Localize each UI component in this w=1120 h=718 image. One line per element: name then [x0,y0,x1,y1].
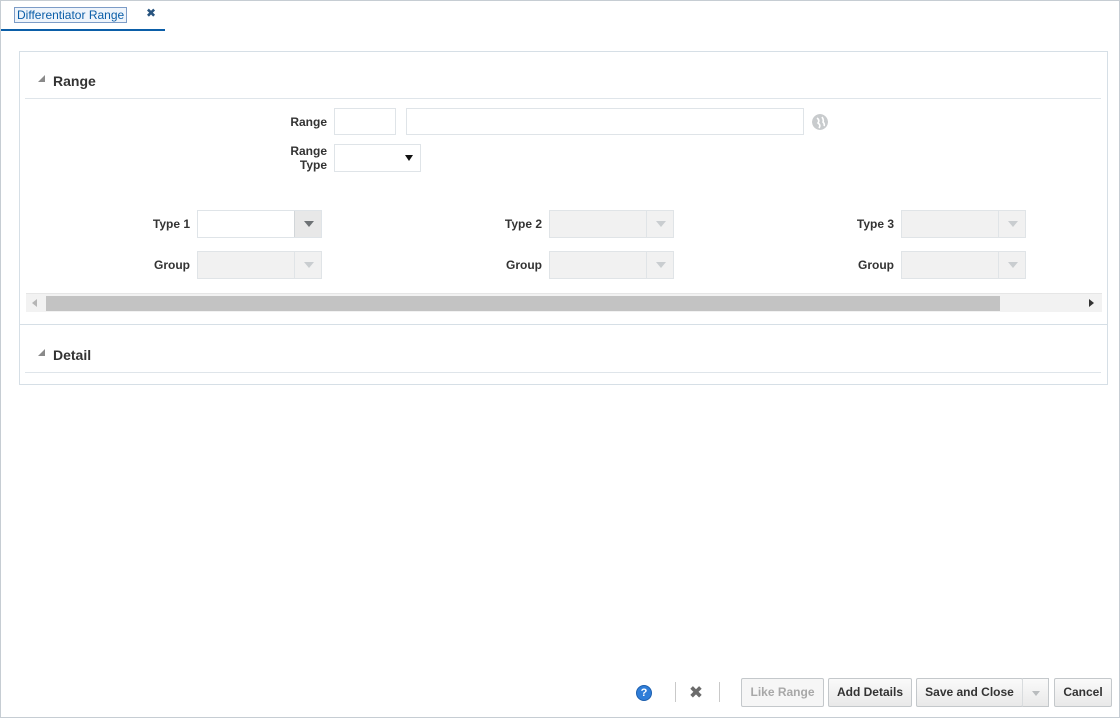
group-1-dropdown-button[interactable] [294,252,321,278]
group-1-combobox[interactable] [197,251,322,279]
group-1-label: Group [154,258,190,272]
range-code-input[interactable] [334,108,396,135]
save-and-close-button[interactable]: Save and Close [916,678,1023,707]
chevron-down-icon [304,262,314,268]
group-2-combobox[interactable] [549,251,674,279]
chevron-down-icon [304,221,314,227]
help-icon[interactable]: ? [636,685,652,701]
chevron-down-icon [656,262,666,268]
add-details-button[interactable]: Add Details [828,678,912,707]
scroll-left-icon[interactable] [32,299,37,307]
range-type-select[interactable] [334,144,421,172]
group-3-combobox[interactable] [901,251,1026,279]
range-label: Range [290,115,327,129]
document-tab[interactable]: Differentiator Range ✖ [1,3,165,31]
type-3-label: Type 3 [856,217,894,231]
tab-close-icon[interactable]: ✖ [145,6,157,20]
range-type-label-line1: Range [290,144,327,158]
dropdown-arrow-icon [405,155,413,161]
type-3-combobox[interactable] [901,210,1026,238]
detail-section-header[interactable]: Detail [25,331,1101,373]
chevron-down-icon [656,221,666,227]
detail-section-title: Detail [53,347,92,363]
tab-label[interactable]: Differentiator Range [14,7,128,23]
group-3-label: Group [858,258,894,272]
scrollbar-thumb[interactable] [46,296,1000,311]
range-section-title: Range [53,73,96,89]
chevron-down-icon [1032,691,1040,696]
type-1-dropdown-button[interactable] [294,211,321,237]
chevron-down-icon [1008,262,1018,268]
range-type-label: Range Type [270,144,327,172]
group-2-label: Group [506,258,542,272]
like-range-button[interactable]: Like Range [741,678,824,707]
range-section-header[interactable]: Range [25,57,1101,99]
range-type-label-line2: Type [299,158,327,172]
horizontal-scrollbar[interactable] [26,293,1102,312]
collapse-triangle-icon[interactable] [38,75,45,82]
scroll-right-icon[interactable] [1089,299,1094,307]
group-3-dropdown-button[interactable] [998,252,1025,278]
save-options-dropdown[interactable] [1022,678,1049,707]
section-divider [20,324,1107,325]
cancel-button[interactable]: Cancel [1054,678,1112,707]
type-2-label: Type 2 [504,217,542,231]
globe-icon[interactable] [812,114,828,130]
type-3-dropdown-button[interactable] [998,211,1025,237]
group-2-dropdown-button[interactable] [646,252,673,278]
toolbar-separator [719,682,720,702]
type-2-combobox[interactable] [549,210,674,238]
type-1-label: Type 1 [152,217,190,231]
type-1-combobox[interactable] [197,210,322,238]
collapse-triangle-icon[interactable] [38,349,45,356]
type-2-dropdown-button[interactable] [646,211,673,237]
delete-icon[interactable]: ✖ [688,684,704,701]
range-description-input[interactable] [406,108,804,135]
chevron-down-icon [1008,221,1018,227]
toolbar-separator [675,682,676,702]
